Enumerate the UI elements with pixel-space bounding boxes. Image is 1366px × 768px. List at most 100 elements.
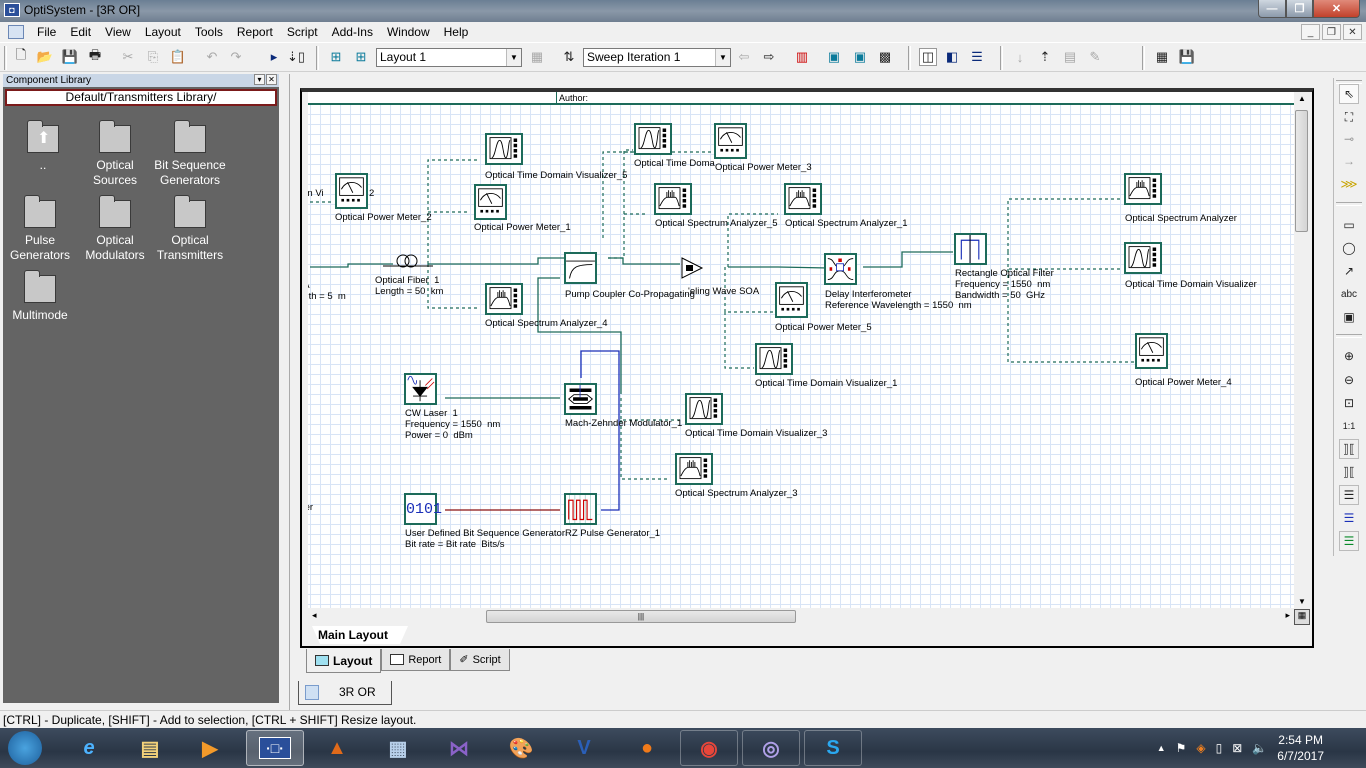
align-right-icon[interactable]: ☰ [1339, 531, 1359, 551]
component-bits[interactable]: 0101 [404, 493, 442, 525]
component-di[interactable] [824, 253, 857, 285]
print-icon[interactable]: 🖶 [86, 47, 104, 66]
select-pointer-icon[interactable]: ⇖ [1339, 84, 1359, 104]
layout-size-icon[interactable]: ▦ [1294, 609, 1310, 625]
bridge-alt-icon[interactable]: ⟧⟦ [1339, 462, 1359, 482]
component-osa3[interactable] [675, 453, 713, 485]
connect-icon[interactable]: ⊸ [1339, 129, 1359, 149]
folder-optical-modulators[interactable]: Optical Modulators [75, 195, 155, 263]
menu-view[interactable]: View [98, 22, 138, 42]
component-cw[interactable] [404, 373, 437, 405]
layout-view-icon[interactable]: ▣ [825, 48, 843, 66]
network-icon[interactable]: ⊠ [1232, 741, 1242, 755]
internet-explorer-icon[interactable]: e [60, 730, 118, 766]
panel-menu-button[interactable]: ▾ [254, 74, 265, 85]
component-otdv1[interactable] [755, 343, 793, 375]
scroll-left-icon[interactable]: ◂ [312, 610, 317, 621]
sweep-select[interactable]: Sweep Iteration 1 ▼ [583, 48, 731, 67]
layout-remove-icon[interactable]: ▩ [876, 48, 894, 66]
component-mzm[interactable] [564, 383, 597, 415]
folder-optical-sources[interactable]: Optical Sources [75, 120, 155, 188]
tab-report[interactable]: Report [381, 649, 451, 671]
auto-connect-icon[interactable]: ⋙ [1339, 174, 1359, 194]
file-explorer-icon[interactable]: ▤ [121, 730, 179, 766]
component-opm5[interactable] [775, 282, 808, 318]
toolbar-grip[interactable] [908, 46, 911, 70]
document-icon[interactable] [8, 25, 24, 39]
paste-icon[interactable]: 📋 [169, 48, 187, 66]
chrome-icon[interactable]: ◉ [680, 730, 738, 766]
mdi-minimize-button[interactable]: _ [1301, 24, 1320, 40]
sort-icon[interactable]: ⇅ [560, 48, 578, 66]
clock[interactable]: 2:54 PM 6/7/2017 [1277, 732, 1324, 764]
volume-icon[interactable]: 🔈 [1252, 741, 1267, 755]
bittorrent-icon[interactable]: ◎ [742, 730, 800, 766]
ellipse-icon[interactable]: ◯ [1339, 238, 1359, 258]
show-hidden-icons[interactable]: ▲ [1157, 743, 1166, 753]
component-opm3[interactable] [714, 123, 747, 159]
menu-window[interactable]: Window [380, 22, 437, 42]
text-icon[interactable]: abc [1339, 284, 1359, 304]
matlab-icon[interactable]: ▲ [308, 730, 366, 766]
arrow-icon[interactable]: ↗ [1339, 261, 1359, 281]
toolbar-grip[interactable] [1336, 202, 1362, 206]
new-icon[interactable]: 🗋 [12, 47, 30, 66]
layout-select[interactable]: Layout 1 ▼ [376, 48, 522, 67]
vertical-scroll-thumb[interactable] [1295, 110, 1308, 232]
export-icon[interactable]: ⇡ [1036, 48, 1054, 66]
start-button[interactable] [0, 730, 50, 766]
calculate-icon[interactable]: ▸ [265, 48, 283, 66]
component-otdv5[interactable] [485, 133, 523, 165]
tab-layout[interactable]: Layout [306, 649, 382, 673]
toolbar-grip[interactable] [1000, 46, 1003, 70]
menu-tools[interactable]: Tools [188, 22, 230, 42]
component-osa5[interactable] [654, 183, 692, 215]
move-icon[interactable]: → [1339, 151, 1359, 171]
component-view-icon[interactable]: ◫ [919, 48, 937, 66]
rectangle-icon[interactable]: ▭ [1339, 215, 1359, 235]
options-icon[interactable]: ▦ [1153, 48, 1171, 66]
zoom-fit-icon[interactable]: ⛶ [1339, 107, 1359, 127]
menu-add-ins[interactable]: Add-Ins [325, 22, 380, 42]
action-center-icon[interactable]: ⚑ [1176, 741, 1187, 755]
folder-optical-transmitters[interactable]: Optical Transmitters [150, 195, 230, 263]
maximize-button[interactable]: ❐ [1286, 0, 1313, 18]
scroll-up-icon[interactable]: ▲ [1298, 94, 1306, 103]
menu-script[interactable]: Script [280, 22, 325, 42]
firefox-icon[interactable]: ● [618, 730, 676, 766]
chevron-down-icon[interactable]: ▼ [506, 49, 521, 66]
battery-icon[interactable]: ▯ [1216, 741, 1223, 755]
toolbar-grip[interactable] [4, 46, 7, 70]
avast-icon[interactable]: ◈ [1196, 741, 1205, 755]
panel-close-button[interactable]: ✕ [266, 74, 277, 85]
menu-report[interactable]: Report [230, 22, 280, 42]
save-all-icon[interactable]: 💾 [1178, 48, 1196, 66]
menu-edit[interactable]: Edit [63, 22, 98, 42]
copy-icon[interactable]: ⎘ [144, 48, 162, 66]
save-icon[interactable]: 💾 [61, 48, 79, 66]
component-otdv[interactable] [1124, 242, 1162, 274]
panel-view-icon[interactable]: ◧ [943, 48, 961, 66]
calculator-icon[interactable]: ▦ [369, 730, 427, 766]
horizontal-scrollbar[interactable]: ◂ ||| ▸ [308, 609, 1294, 625]
component-rz[interactable] [564, 493, 597, 525]
visio-icon[interactable]: V [555, 730, 613, 766]
close-button[interactable]: ✕ [1313, 0, 1360, 18]
component-osa[interactable] [1124, 173, 1162, 205]
zoom-out-icon[interactable]: ⊖ [1339, 370, 1359, 390]
import-icon[interactable]: ↓ [1011, 48, 1029, 66]
open-icon[interactable]: 📂 [36, 48, 54, 66]
component-pump[interactable] [564, 252, 597, 284]
folder-up[interactable]: ⬆ .. [3, 120, 83, 173]
align-center-icon[interactable]: ☰ [1339, 508, 1359, 528]
minimize-button[interactable]: — [1258, 0, 1286, 18]
folder-pulse-generators[interactable]: Pulse Generators [0, 195, 80, 263]
sweep-forward-icon[interactable]: ⇨ [760, 48, 778, 66]
redo-icon[interactable]: ↷ [227, 48, 245, 66]
component-opm1[interactable] [474, 184, 507, 220]
toolbar-grip[interactable] [1142, 46, 1145, 70]
bridge-icon[interactable]: ⟧⟦ [1339, 439, 1359, 459]
horizontal-scroll-thumb[interactable]: ||| [486, 610, 796, 623]
menu-help[interactable]: Help [437, 22, 476, 42]
component-opm2[interactable] [335, 173, 368, 209]
